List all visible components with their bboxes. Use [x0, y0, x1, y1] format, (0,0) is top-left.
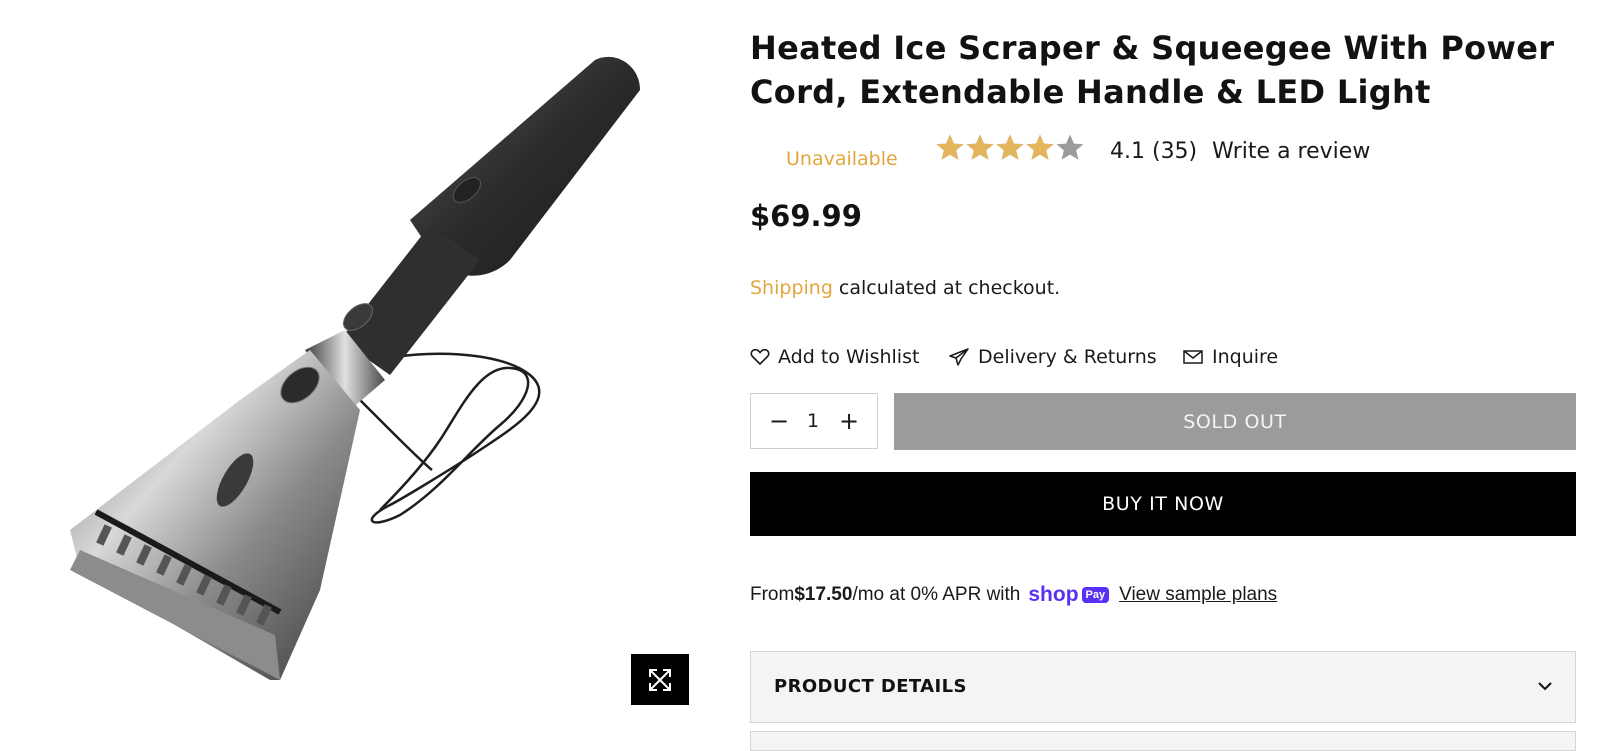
paper-plane-icon [949, 348, 969, 366]
inquire-label: Inquire [1212, 346, 1279, 368]
wishlist-label: Add to Wishlist [778, 346, 920, 368]
view-sample-plans-link[interactable]: View sample plans [1119, 584, 1277, 606]
quantity-increase-button[interactable]: + [837, 394, 861, 448]
expand-arrows-icon [649, 668, 671, 691]
installment-amount: $17.50 [794, 584, 853, 605]
inquire-button[interactable]: Inquire [1182, 346, 1278, 368]
rating-stars[interactable] [935, 133, 1085, 163]
star-icon [966, 134, 994, 160]
installments-suffix: /mo at 0% APR with [852, 584, 1021, 605]
shipping-note-text: calculated at checkout. [832, 277, 1061, 299]
installments-prefix: From [750, 584, 795, 605]
shipping-note: Shipping calculated at checkout. [750, 277, 1060, 299]
write-review-link[interactable]: Write a review [1212, 139, 1370, 164]
add-to-wishlist-button[interactable]: Add to Wishlist [750, 346, 919, 368]
product-price: $69.99 [750, 199, 862, 233]
accordion-title: PRODUCT DETAILS [774, 676, 967, 697]
sold-out-button[interactable]: SOLD OUT [894, 393, 1576, 450]
product-image [40, 30, 700, 710]
envelope-icon [1183, 350, 1203, 364]
delivery-returns-button[interactable]: Delivery & Returns [948, 346, 1157, 368]
star-icon [1056, 134, 1084, 160]
heart-icon [750, 348, 770, 366]
installments-banner: From $17.50/mo at 0% APR with shop Pay Vi… [750, 583, 1277, 607]
shop-pay-badge: Pay [1081, 587, 1110, 603]
shop-pay-wordmark: shop [1028, 583, 1079, 606]
shipping-link[interactable]: Shipping [750, 277, 833, 299]
star-icon [996, 134, 1024, 160]
delivery-label: Delivery & Returns [978, 346, 1157, 368]
star-icon [936, 134, 964, 160]
shop-pay-logo: shop Pay [1028, 583, 1110, 607]
quantity-stepper: − + [750, 393, 878, 449]
next-accordion[interactable] [750, 731, 1576, 751]
chevron-down-icon [1538, 682, 1552, 691]
rating-summary[interactable]: 4.1 (35) [1110, 139, 1197, 164]
quantity-decrease-button[interactable]: − [767, 394, 791, 448]
ice-scraper-image [70, 56, 640, 680]
availability-status: Unavailable [786, 148, 898, 170]
star-icon [1026, 134, 1054, 160]
buy-it-now-button[interactable]: BUY IT NOW [750, 472, 1576, 536]
zoom-button[interactable] [631, 654, 689, 705]
quantity-input[interactable] [795, 394, 831, 448]
product-details-accordion[interactable]: PRODUCT DETAILS [750, 651, 1576, 723]
product-title: Heated Ice Scraper & Squeegee With Power… [750, 29, 1555, 111]
